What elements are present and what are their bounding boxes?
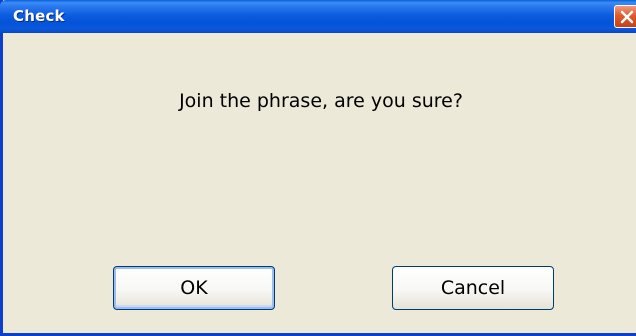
dialog-window: Check Join the phrase, are you sure? OK …: [0, 0, 636, 336]
cancel-button[interactable]: Cancel: [392, 266, 554, 310]
dialog-message: Join the phrase, are you sure?: [179, 90, 463, 112]
close-icon: [620, 10, 634, 24]
title-bar[interactable]: Check: [0, 0, 636, 33]
dialog-title: Check: [13, 7, 65, 25]
close-button[interactable]: [614, 5, 636, 28]
ok-button[interactable]: OK: [113, 266, 275, 310]
